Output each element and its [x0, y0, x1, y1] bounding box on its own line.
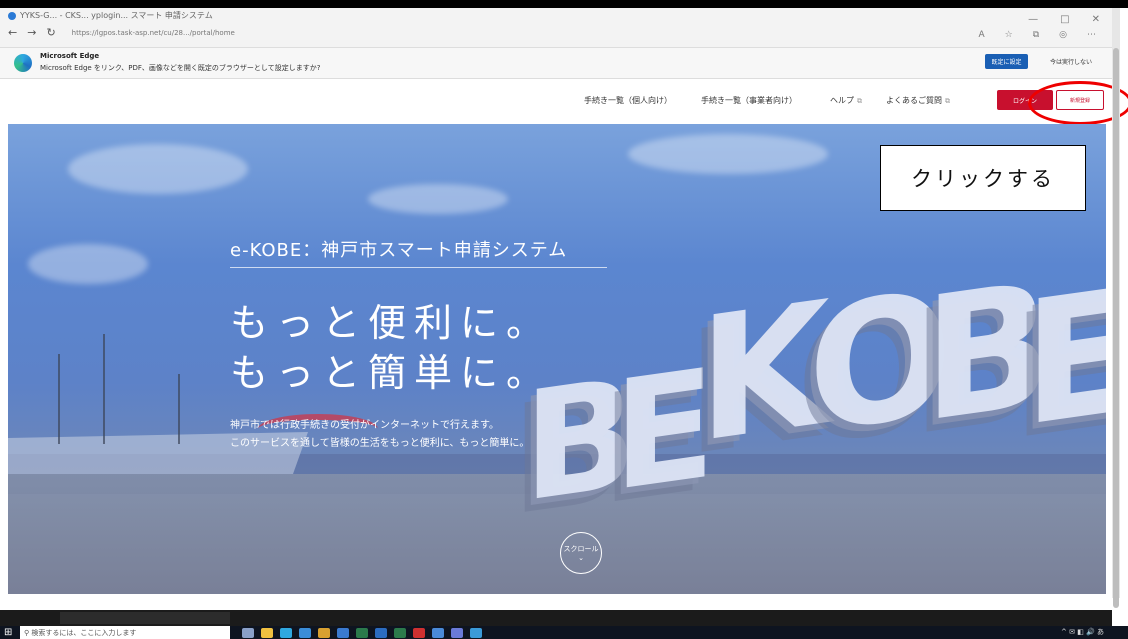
excel-icon[interactable] [394, 628, 406, 638]
app-icon[interactable] [451, 628, 463, 638]
browser-tab[interactable]: YYKS-G... - CKS... yplogin... スマート 申請システ… [8, 10, 213, 21]
more-icon[interactable]: ⋯ [1087, 30, 1096, 40]
refresh-icon[interactable]: ↻ [46, 26, 55, 39]
acrobat-icon[interactable] [413, 628, 425, 638]
monument-letter: E [1023, 250, 1106, 466]
browser-chrome: YYKS-G... - CKS... yplogin... スマート 申請システ… [0, 8, 1112, 48]
cloud [68, 144, 248, 194]
nav-procedures-individual[interactable]: 手続き一覧（個人向け） [584, 95, 672, 106]
favicon-icon [8, 11, 16, 20]
edge-logo-icon [14, 54, 32, 72]
page-scrollbar[interactable] [1112, 8, 1120, 608]
ship-mast [103, 334, 105, 444]
edge-taskbar-icon[interactable] [280, 628, 292, 638]
cloud [368, 184, 508, 214]
cloud [628, 134, 828, 174]
close-button[interactable]: ✕ [1092, 14, 1100, 25]
default-browser-infobar: Microsoft Edge Microsoft Edge をリンク、PDF、画… [0, 48, 1112, 79]
inner-taskbar-search[interactable] [60, 612, 230, 624]
set-default-button[interactable]: 既定に設定 [985, 54, 1028, 69]
hero-tagline-2: もっと簡単に。 [230, 351, 553, 395]
file-explorer-icon[interactable] [261, 628, 273, 638]
inner-taskbar [0, 610, 1112, 626]
infobar-title: Microsoft Edge [40, 52, 100, 60]
infobar-message: Microsoft Edge をリンク、PDF、画像などを開く既定のブラウザーと… [40, 64, 321, 72]
back-icon[interactable]: ← [8, 26, 17, 39]
windows-taskbar: ⊞ ⚲ 検索するには、ここに入力します ^ ✉ ◧ 🔊 あ [0, 626, 1128, 639]
word-icon[interactable] [375, 628, 387, 638]
site-header: 手続き一覧（個人向け） 手続き一覧（事業者向け） ヘルプ ⧉ よくあるご質問 ⧉ ロ… [0, 79, 1112, 123]
nav-procedures-business[interactable]: 手続き一覧（事業者向け） [701, 95, 797, 106]
ship-mast [178, 374, 180, 444]
taskbar-search-box[interactable]: ⚲ 検索するには、ここに入力します [20, 626, 230, 639]
forward-icon[interactable]: → [27, 26, 36, 39]
minimize-button[interactable]: — [1028, 14, 1038, 25]
app-icon[interactable] [318, 628, 330, 638]
hero-subtext-1: 神戸市では行政手続きの受付がインターネットで行えます。 [230, 420, 499, 431]
excel-icon[interactable] [356, 628, 368, 638]
screen-top-bar [0, 0, 1128, 8]
system-tray[interactable]: ^ ✉ ◧ 🔊 あ [1061, 627, 1104, 637]
app-icon[interactable] [470, 628, 482, 638]
hero-title: e-KOBE：神戸市スマート申請システム [230, 240, 568, 261]
hero-divider [230, 267, 607, 268]
nav-label: よくあるご質問 [886, 96, 942, 105]
be-kobe-monument: B E K O B E [513, 234, 1106, 584]
app-icon[interactable] [299, 628, 311, 638]
nav-label: 手続き一覧（個人向け） [584, 96, 672, 105]
app-icon[interactable] [432, 628, 444, 638]
cloud [28, 244, 148, 284]
favorite-icon[interactable]: ☆ [1005, 30, 1013, 40]
search-icon: ⚲ [24, 628, 32, 637]
annotation-callout: クリックする [880, 145, 1086, 211]
address-bar[interactable]: https://lgpos.task-asp.net/cu/28.../port… [72, 29, 235, 37]
tab-title: YYKS-G... - CKS... yplogin... スマート 申請システ… [20, 11, 213, 20]
profile-icon[interactable]: ◎ [1059, 30, 1067, 40]
nav-label: ヘルプ [830, 96, 854, 105]
scrollbar-thumb[interactable] [1113, 48, 1119, 608]
not-now-button[interactable]: 今は実行しない [1036, 54, 1106, 69]
task-view-icon[interactable] [242, 628, 254, 638]
taskbar-search-placeholder: 検索するには、ここに入力します [31, 628, 137, 637]
hero-subtext-2: このサービスを通して皆様の生活をもっと便利に、もっと簡単に。 [230, 438, 530, 449]
nav-faq[interactable]: よくあるご質問 ⧉ [886, 95, 950, 106]
read-aloud-icon[interactable]: A [978, 30, 984, 40]
chevron-down-icon: ⌄ [578, 554, 584, 562]
scroll-button[interactable]: スクロール ⌄ [560, 532, 602, 574]
external-link-icon: ⧉ [857, 97, 862, 105]
nav-help[interactable]: ヘルプ ⧉ [830, 95, 862, 106]
external-link-icon: ⧉ [945, 97, 950, 105]
nav-label: 手続き一覧（事業者向け） [701, 96, 797, 105]
hero-tagline-1: もっと便利に。 [230, 301, 553, 345]
collections-icon[interactable]: ⧉ [1033, 30, 1039, 40]
ship-mast [58, 354, 60, 444]
maximize-button[interactable]: □ [1060, 14, 1069, 25]
scroll-label: スクロール [563, 545, 599, 553]
outlook-icon[interactable] [337, 628, 349, 638]
start-menu-icon[interactable]: ⊞ [4, 627, 12, 638]
